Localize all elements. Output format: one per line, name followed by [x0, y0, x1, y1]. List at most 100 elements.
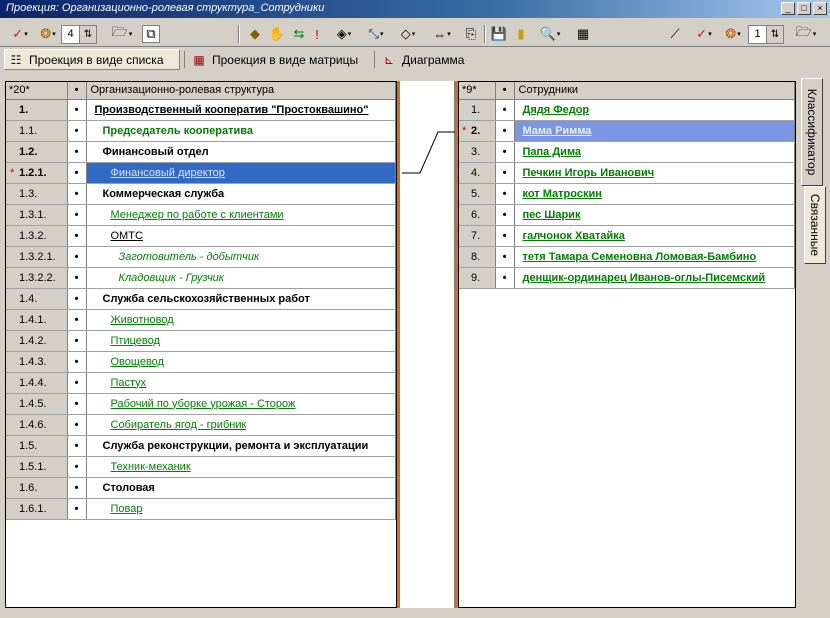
row-name-cell[interactable]: Пастух	[86, 372, 396, 394]
table-row[interactable]: 1.5.1. • Техник-механик	[6, 456, 396, 478]
table-row[interactable]: 7. • галчонок Хватайка	[459, 225, 795, 247]
swap-icon[interactable]: ⇔ ▾	[428, 25, 456, 43]
table-row[interactable]: 9. • денщик-ординарец Иванов-оглы-Писемски…	[459, 267, 795, 289]
row-number-text: 1.6.	[19, 481, 38, 494]
tree-toggle-icon[interactable]: ⧉	[142, 25, 160, 43]
export-icon[interactable]: ⎘	[462, 25, 480, 43]
table-row[interactable]: 1.3.2.1. • Заготовитель - добытчик	[6, 246, 396, 268]
table-row[interactable]: 1.4.1. • Животновод	[6, 309, 396, 331]
row-name-cell[interactable]: Заготовитель - добытчик	[86, 246, 396, 268]
table-row[interactable]: 1.3. • Коммерческая служба	[6, 183, 396, 205]
row-name-cell[interactable]: кот Матроскин	[514, 183, 795, 205]
row-name-cell[interactable]: Финансовый отдел	[86, 141, 396, 163]
level-stepper-right[interactable]: 1 ⇅	[748, 25, 784, 44]
stepper-arrows-icon[interactable]: ⇅	[767, 26, 783, 43]
row-name-cell[interactable]: Мама Римма	[514, 120, 795, 142]
row-name: Техник-механик	[110, 460, 191, 473]
table-row[interactable]: 1.1. • Председатель кооператива	[6, 120, 396, 142]
row-name-cell[interactable]: денщик-ординарец Иванов-оглы-Писемский	[514, 267, 795, 289]
filter-icon[interactable]: ❂ ▾	[37, 25, 59, 43]
employees-grid[interactable]: *9* • Сотрудники 1. • Дядя Федор * 2. • Мама Р…	[458, 81, 796, 608]
table-row[interactable]: 1.6.1. • Повар	[6, 498, 396, 520]
stepper-arrows-icon[interactable]: ⇅	[80, 26, 96, 43]
table-row[interactable]: 1. • Производственный кооператив "Простокв…	[6, 99, 396, 121]
row-number-text: 1.4.	[19, 292, 38, 305]
row-name-cell[interactable]: Служба реконструкции, ремонта и эксплуат…	[86, 435, 396, 457]
eraser-icon[interactable]: ◇ ▾	[394, 25, 422, 43]
split-icon[interactable]: ◈ ▾	[330, 25, 358, 43]
row-name-cell[interactable]: Финансовый директор	[86, 162, 396, 184]
table-row[interactable]: 1.3.2. • ОМТС	[6, 225, 396, 247]
table-row[interactable]: 3. • Папа Дима	[459, 141, 795, 163]
column-header-name[interactable]: Сотрудники	[514, 82, 795, 100]
table-row[interactable]: 1.3.2.2. • Кладовщик - Грузчик	[6, 267, 396, 289]
maximize-button[interactable]: □	[797, 2, 811, 15]
table-row[interactable]: 1.4.6. • Собиратель ягод - грибник	[6, 414, 396, 436]
row-name-cell[interactable]: галчонок Хватайка	[514, 225, 795, 247]
table-row[interactable]: 1.3.1. • Менеджер по работе с клиентами	[6, 204, 396, 226]
folder-open-icon-right[interactable]: 🗁 ▾	[792, 24, 820, 43]
table-row[interactable]: 1.4.3. • Овощевод	[6, 351, 396, 373]
row-name-cell[interactable]: Повар	[86, 498, 396, 520]
column-header-name[interactable]: Организационно-ролевая структура	[86, 82, 396, 100]
row-number: 3.	[459, 141, 496, 163]
table-row[interactable]: 8. • тетя Тамара Семеновна Ломовая-Бамбино	[459, 246, 795, 268]
table-row[interactable]: 6. • пес Шарик	[459, 204, 795, 226]
row-name-cell[interactable]: Менеджер по работе с клиентами	[86, 204, 396, 226]
row-name-cell[interactable]: Служба сельскохозяйственных работ	[86, 288, 396, 310]
table-row[interactable]: 1.4. • Служба сельскохозяйственных работ	[6, 288, 396, 310]
row-name-cell[interactable]: Папа Дима	[514, 141, 795, 163]
row-name-cell[interactable]: Овощевод	[86, 351, 396, 373]
table-row[interactable]: 1.4.4. • Пастух	[6, 372, 396, 394]
print-preview-icon[interactable]: 🔍 ▾	[536, 25, 564, 43]
structure-grid[interactable]: *20* • Организационно-ролевая структура …	[5, 81, 397, 608]
row-name-cell[interactable]: пес Шарик	[514, 204, 795, 226]
row-name-cell[interactable]: Председатель кооператива	[86, 120, 396, 142]
table-row[interactable]: * 1.2.1. • Финансовый директор	[6, 162, 396, 184]
table-row[interactable]: 5. • кот Матроскин	[459, 183, 795, 205]
row-name-cell[interactable]: Дядя Федор	[514, 99, 795, 121]
sort-icon[interactable]: ⇆	[290, 25, 308, 43]
close-button[interactable]: ×	[813, 2, 827, 15]
level-stepper-left[interactable]: 4 ⇅	[61, 25, 97, 44]
folder-open-icon[interactable]: 🗁 ▾	[108, 24, 136, 43]
grid-settings-icon[interactable]: ▦	[574, 25, 592, 43]
tab-related[interactable]: Связанные	[804, 186, 826, 264]
row-name-cell[interactable]: ОМТС	[86, 225, 396, 247]
tab-classifier[interactable]: Классификатор	[801, 78, 823, 186]
table-row[interactable]: * 2. • Мама Римма	[459, 120, 795, 142]
row-name-cell[interactable]: Техник-механик	[86, 456, 396, 478]
row-name-cell[interactable]: Собиратель ягод - грибник	[86, 414, 396, 436]
row-name-cell[interactable]: Печкин Игорь Иванович	[514, 162, 795, 184]
row-name-cell[interactable]: Коммерческая служба	[86, 183, 396, 205]
exclamation-icon[interactable]: !	[310, 25, 324, 43]
table-row[interactable]: 1.6. • Столовая	[6, 477, 396, 499]
filter-icon-right[interactable]: ❂ ▾	[722, 25, 744, 43]
table-row[interactable]: 1.2. • Финансовый отдел	[6, 141, 396, 163]
save-icon[interactable]: 💾	[490, 25, 508, 43]
table-row[interactable]: 1.4.5. • Рабочий по уборке урожая - Сторож	[6, 393, 396, 415]
row-name-cell[interactable]: Кладовщик - Грузчик	[86, 267, 396, 289]
check-icon-right[interactable]: ✓ ▾	[690, 25, 718, 43]
row-name-cell[interactable]: Рабочий по уборке урожая - Сторож	[86, 393, 396, 415]
row-name-cell[interactable]: Птицевод	[86, 330, 396, 352]
chart-icon[interactable]: ⟋	[664, 25, 686, 43]
tab-diagram[interactable]: ⊾ Диаграмма	[378, 49, 488, 70]
tab-matrix-view[interactable]: ▦ Проекция в виде матрицы	[188, 49, 370, 70]
row-name-cell[interactable]: Столовая	[86, 477, 396, 499]
row-name-cell[interactable]: Производственный кооператив "Простокваши…	[86, 99, 396, 121]
tab-list-view[interactable]: ☷ Проекция в виде списка	[4, 49, 180, 70]
warning-icon[interactable]: ◆	[246, 25, 264, 43]
table-row[interactable]: 1.5. • Служба реконструкции, ремонта и экс…	[6, 435, 396, 457]
table-row[interactable]: 4. • Печкин Игорь Иванович	[459, 162, 795, 184]
table-row[interactable]: 1.4.2. • Птицевод	[6, 330, 396, 352]
link-icon[interactable]: ⤡ ▾	[362, 25, 390, 43]
row-name-cell[interactable]: Животновод	[86, 309, 396, 331]
table-row[interactable]: 1. • Дядя Федор	[459, 99, 795, 121]
row-number: 1.3.2.1.	[6, 246, 68, 268]
row-name-cell[interactable]: тетя Тамара Семеновна Ломовая-Бамбино	[514, 246, 795, 268]
minimize-button[interactable]: _	[781, 2, 795, 15]
hand-icon[interactable]: ✋	[268, 25, 286, 43]
document-icon[interactable]: ▮	[512, 25, 530, 43]
check-icon[interactable]: ✓ ▾	[6, 25, 34, 43]
